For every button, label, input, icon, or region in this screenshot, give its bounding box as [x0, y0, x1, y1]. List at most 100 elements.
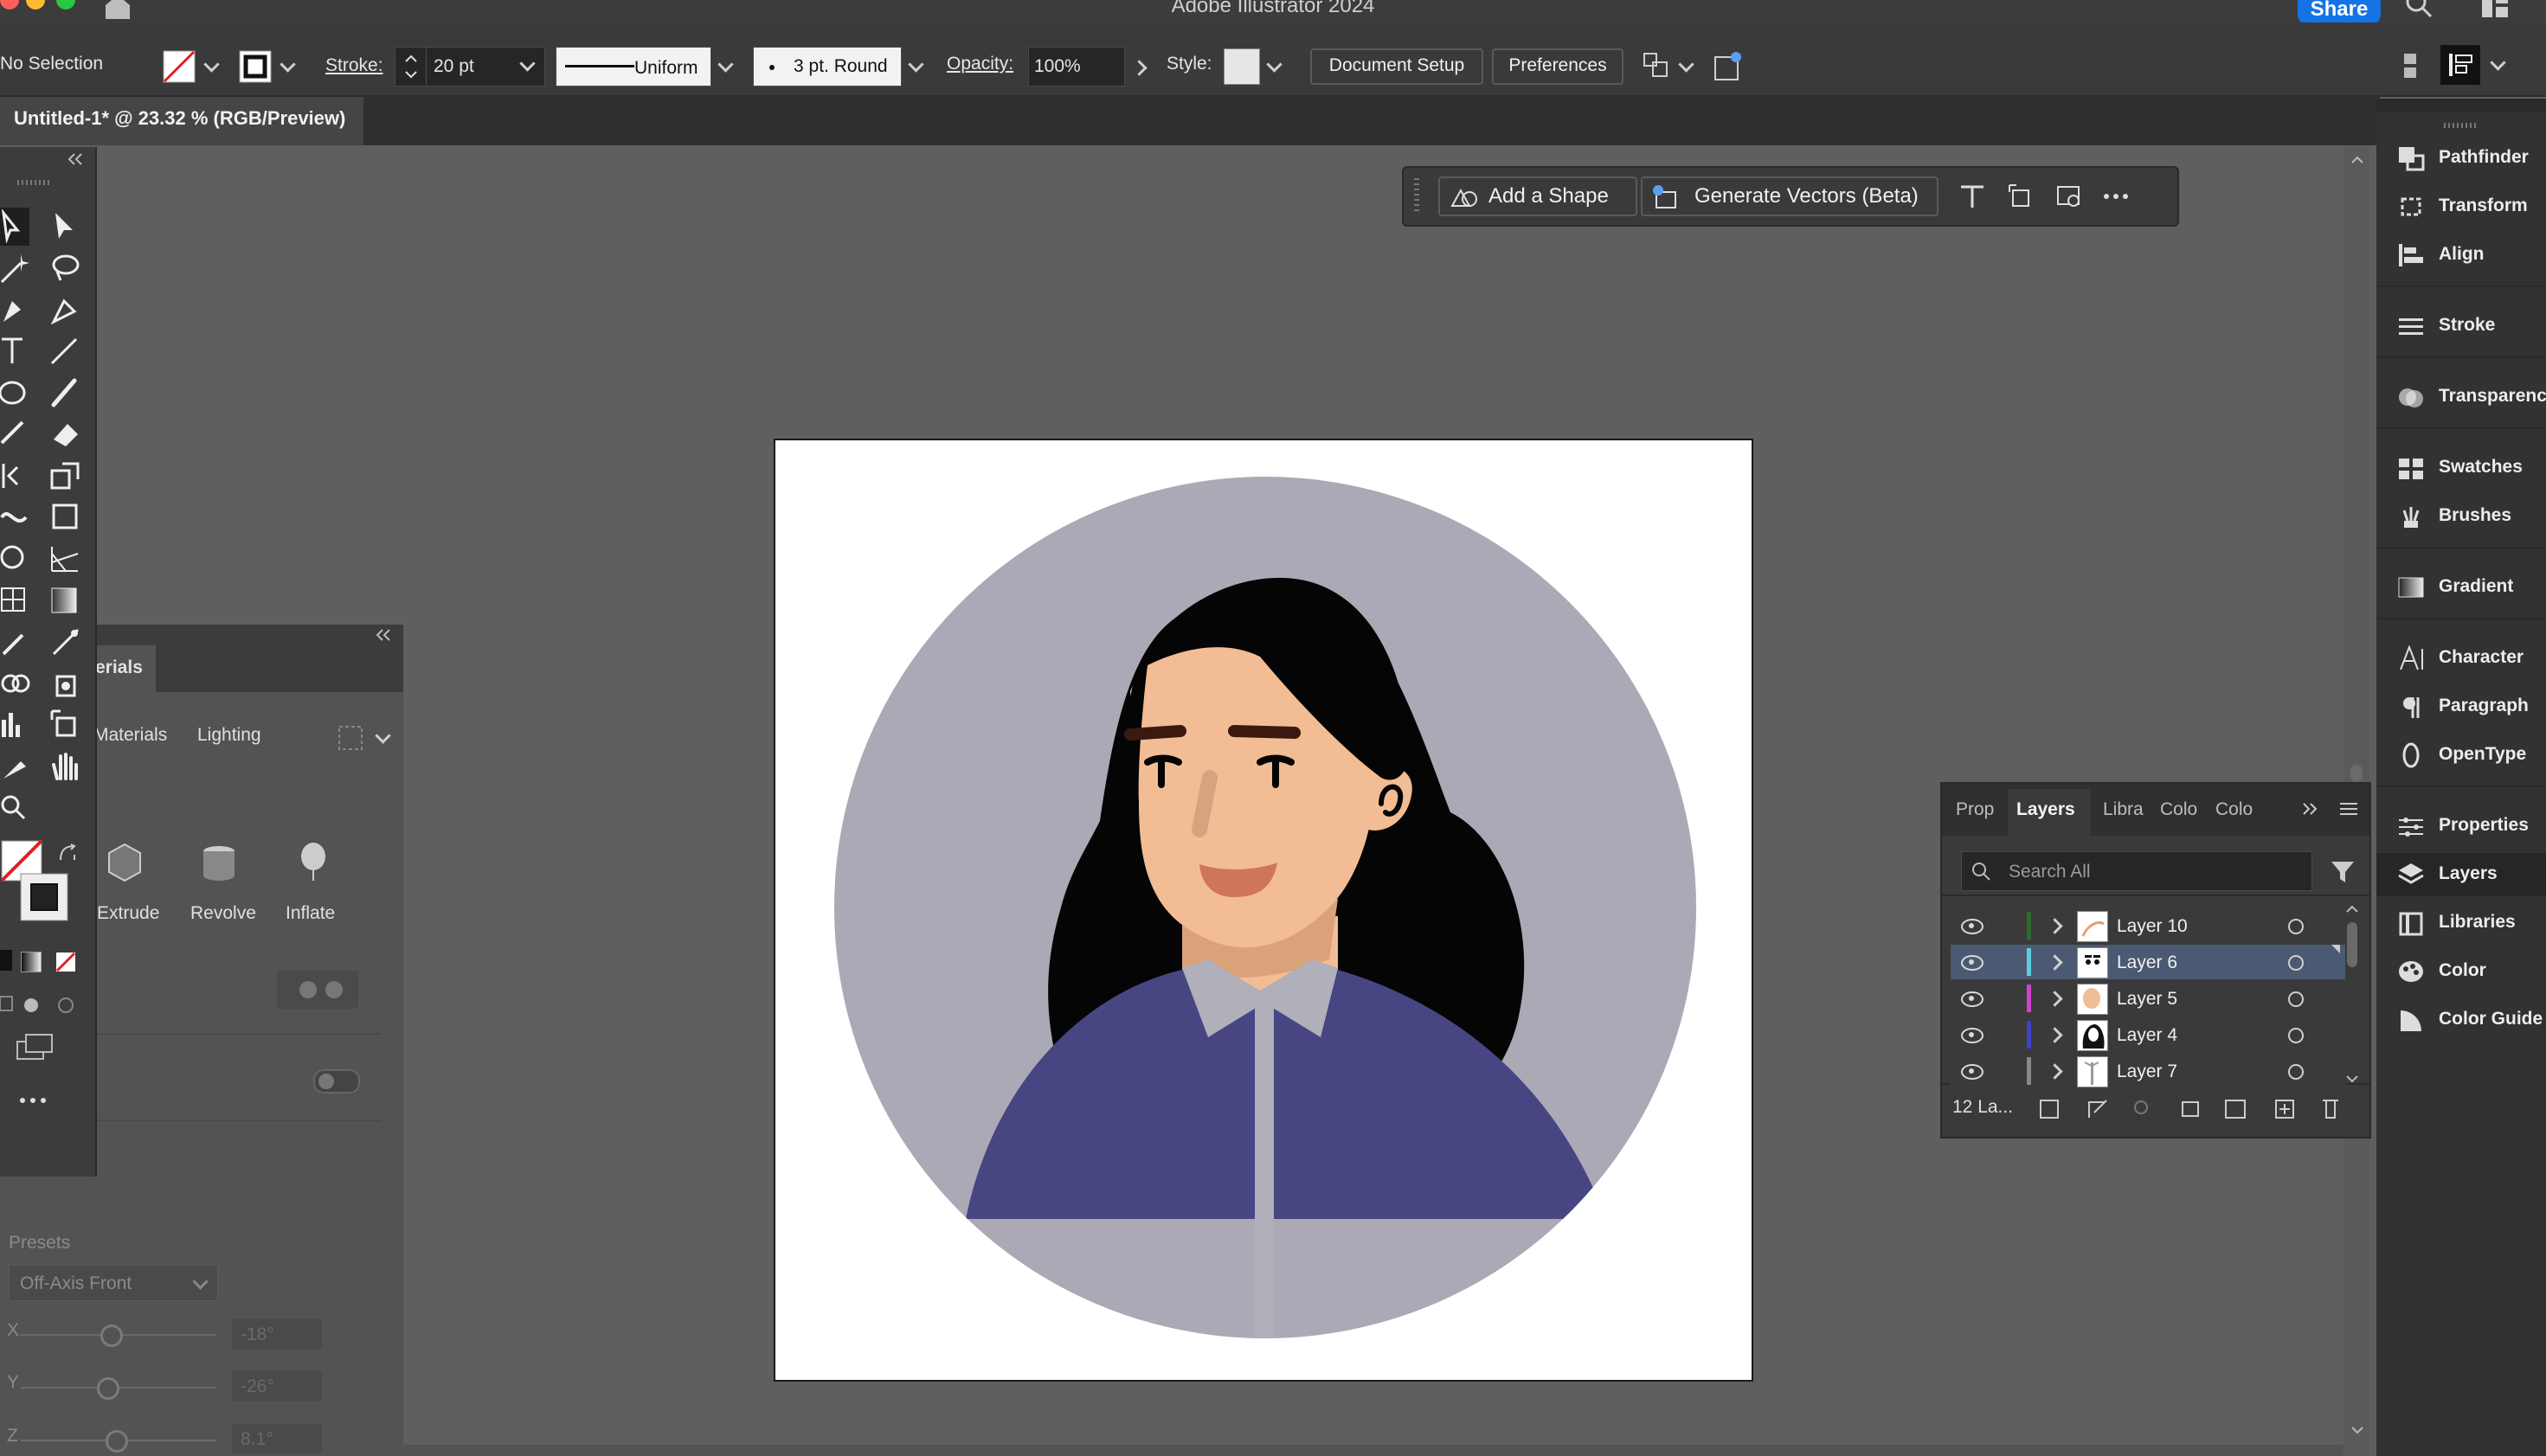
- search-icon[interactable]: [2404, 0, 2433, 19]
- document-tab[interactable]: Untitled-1* @ 23.32 % (RGB/Preview): [0, 97, 363, 145]
- horizontal-scrollbar[interactable]: [403, 1445, 2343, 1456]
- line-segment-tool-icon[interactable]: [48, 334, 83, 369]
- gradient-mode-button[interactable]: [21, 952, 42, 972]
- more-options-icon[interactable]: [2101, 182, 2131, 211]
- layer-name[interactable]: Layer 4: [2117, 1025, 2177, 1046]
- visibility-eye-icon[interactable]: [1961, 1028, 1983, 1043]
- layer-row[interactable]: Layer 10: [1951, 908, 2345, 943]
- shape-builder-tool-icon[interactable]: [0, 542, 35, 576]
- drag-handle[interactable]: [1414, 178, 1419, 213]
- target-circle-icon[interactable]: [2288, 919, 2304, 934]
- tab-layers[interactable]: Layers: [2008, 789, 2091, 836]
- filter-icon[interactable]: [2330, 858, 2356, 884]
- shading-options[interactable]: [277, 971, 358, 1009]
- dock-item-align[interactable]: Align: [2376, 234, 2546, 277]
- layer-row[interactable]: Layer 5: [1951, 981, 2345, 1016]
- fill-dropdown-chevron-icon[interactable]: [203, 56, 220, 73]
- target-circle-icon[interactable]: [2288, 1028, 2304, 1043]
- slice-tool-icon[interactable]: [0, 749, 35, 784]
- column-graph-tool-icon[interactable]: [0, 708, 35, 742]
- stroke-weight-input[interactable]: 20 pt: [426, 47, 545, 87]
- ellipse-tool-icon[interactable]: [0, 375, 35, 410]
- layers-scrollbar[interactable]: [2343, 905, 2361, 1087]
- artboard[interactable]: [774, 439, 1753, 1382]
- visibility-eye-icon[interactable]: [1961, 991, 1983, 1007]
- tab-libraries[interactable]: Libra: [2103, 799, 2144, 820]
- opacity-input[interactable]: 100%: [1028, 47, 1125, 87]
- layers-footer-actions[interactable]: [2037, 1094, 2349, 1125]
- dock-item-transform[interactable]: Transform: [2376, 185, 2546, 228]
- dock-item-swatches[interactable]: Swatches: [2376, 446, 2546, 490]
- blend-tool-icon[interactable]: [0, 666, 35, 701]
- layer-row[interactable]: Layer 7: [1951, 1054, 2345, 1088]
- curvature-tool-icon[interactable]: [48, 292, 83, 327]
- layers-search-input[interactable]: Search All: [1961, 851, 2312, 891]
- pen-tool-icon[interactable]: [0, 292, 35, 327]
- paintbrush-tool-icon[interactable]: [48, 375, 83, 410]
- dock-item-color[interactable]: Color: [2376, 950, 2546, 993]
- rotation-x-input[interactable]: -18°: [232, 1318, 322, 1350]
- inflate-icon[interactable]: [296, 841, 331, 884]
- rotate-tool-icon[interactable]: [0, 459, 35, 493]
- symbol-sprayer-tool-icon[interactable]: [48, 666, 83, 701]
- expand-layer-chevron-icon[interactable]: [2047, 918, 2063, 934]
- variable-width-profile-select[interactable]: Uniform: [556, 47, 711, 87]
- workspace-chevron-icon[interactable]: [2490, 55, 2506, 71]
- 3d-materials-tab[interactable]: erials: [95, 645, 156, 692]
- swap-fill-stroke-icon[interactable]: [57, 843, 80, 865]
- gradient-tool-icon[interactable]: [48, 583, 83, 618]
- arrange-chevron-icon[interactable]: [1678, 56, 1694, 73]
- dock-item-libraries[interactable]: Libraries: [2376, 901, 2546, 945]
- draw-mode-icons[interactable]: [0, 991, 87, 1017]
- tab-color-guide[interactable]: Colo: [2215, 799, 2253, 820]
- stroke-stepper[interactable]: [395, 47, 428, 87]
- type-tool-icon[interactable]: [1958, 182, 1987, 211]
- layer-row[interactable]: Layer 4: [1951, 1017, 2345, 1052]
- eraser-tool-icon[interactable]: [48, 417, 83, 452]
- tab-properties[interactable]: Prop: [1956, 799, 1994, 820]
- screen-mode-icon[interactable]: [14, 1031, 57, 1066]
- fill-none-swatch[interactable]: [163, 50, 196, 83]
- visibility-eye-icon[interactable]: [1961, 955, 1983, 971]
- brush-chevron-icon[interactable]: [908, 56, 924, 73]
- dock-item-brushes[interactable]: Brushes: [2376, 495, 2546, 538]
- materials-subtab[interactable]: Materials: [93, 725, 167, 746]
- dock-item-paragraph[interactable]: Paragraph: [2376, 685, 2546, 728]
- dock-item-character[interactable]: Character: [2376, 637, 2546, 680]
- lasso-tool-icon[interactable]: [48, 251, 83, 285]
- dock-item-stroke[interactable]: Stroke: [2376, 305, 2546, 348]
- warp-tool-icon[interactable]: [0, 500, 35, 535]
- free-transform-tool-icon[interactable]: [48, 500, 83, 535]
- rotation-z-input[interactable]: 8.1°: [232, 1424, 322, 1453]
- rotation-y-input[interactable]: -26°: [232, 1370, 322, 1401]
- visibility-eye-icon[interactable]: [1961, 1064, 1983, 1080]
- dock-grip[interactable]: [2444, 123, 2478, 128]
- generate-vectors-button[interactable]: Generate Vectors (Beta): [1641, 176, 1938, 216]
- layer-name[interactable]: Layer 5: [2117, 989, 2177, 1010]
- measure-tool-icon[interactable]: [48, 625, 83, 659]
- zoom-tool-icon[interactable]: [0, 791, 35, 825]
- layer-name[interactable]: Layer 7: [2117, 1062, 2177, 1082]
- mesh-tool-icon[interactable]: [0, 583, 35, 618]
- layer-row-selected[interactable]: Layer 6: [1951, 945, 2345, 979]
- presets-select[interactable]: Off-Axis Front: [9, 1265, 218, 1301]
- collapse-panel-icon[interactable]: [374, 626, 395, 644]
- dock-item-transparency[interactable]: Transparency: [2376, 375, 2546, 419]
- brush-definition-select[interactable]: 3 pt. Round: [753, 47, 902, 87]
- panel-layout-icon[interactable]: [2402, 50, 2437, 81]
- layer-name[interactable]: Layer 6: [2117, 952, 2177, 973]
- expand-layer-chevron-icon[interactable]: [2047, 1027, 2063, 1043]
- extrude-icon[interactable]: [102, 839, 145, 882]
- eyedropper-tool-icon[interactable]: [0, 625, 35, 659]
- workspace-switcher-icon[interactable]: [2480, 0, 2510, 19]
- dock-item-layers[interactable]: Layers: [2376, 853, 2546, 896]
- collapse-toolbar-icon[interactable]: [68, 152, 87, 166]
- type-tool-icon[interactable]: [0, 334, 35, 369]
- color-mode-button[interactable]: [0, 950, 12, 971]
- add-shape-button[interactable]: Add a Shape: [1438, 176, 1637, 216]
- dock-item-color-guide[interactable]: Color Guide: [2376, 998, 2546, 1042]
- revolve-icon[interactable]: [197, 843, 241, 882]
- preferences-button[interactable]: Preferences: [1492, 48, 1623, 85]
- artboard-tool-icon[interactable]: [48, 708, 83, 742]
- expand-layer-chevron-icon[interactable]: [2047, 991, 2063, 1007]
